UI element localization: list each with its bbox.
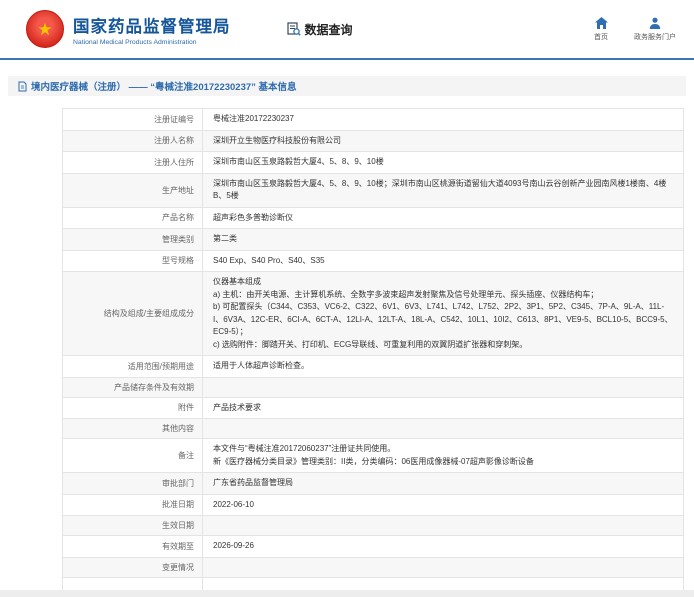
table-row: 注册人住所 深圳市南山区玉泉路毅哲大厦4、5、8、9、10楼 (63, 152, 684, 174)
person-icon (649, 17, 661, 29)
table-row: 审批部门 广东省药品监督管理局 (63, 473, 684, 495)
row-value: 深圳市南山区玉泉路毅哲大厦4、5、8、9、10楼 (203, 152, 684, 174)
data-query-label: 数据查询 (305, 21, 353, 38)
page-title-bar: 境内医疗器械（注册） —— “粤械注准20172230237” 基本信息 (8, 76, 686, 96)
row-value (203, 516, 684, 536)
document-icon (18, 81, 27, 92)
table-row: 变更情况 (63, 557, 684, 577)
data-query-icon (287, 22, 301, 36)
row-value: 2026-09-26 (203, 536, 684, 558)
row-label: 附件 (63, 397, 203, 419)
row-label: 注册证编号 (63, 109, 203, 131)
table-row: 适用范围/预期用途 适用于人体超声诊断检查。 (63, 356, 684, 378)
star-icon: ★ (37, 21, 52, 38)
row-label: 型号规格 (63, 250, 203, 272)
site-header: ★ 国家药品监督管理局 National Medical Products Ad… (0, 0, 694, 58)
table-row: 注册证编号 粤械注准20172230237 (63, 109, 684, 131)
row-value: S40 Exp、S40 Pro、S40、S35 (203, 250, 684, 272)
data-query-nav[interactable]: 数据查询 (287, 21, 353, 38)
national-emblem-logo[interactable]: ★ (26, 10, 64, 48)
table-row: 产品储存条件及有效期 (63, 377, 684, 397)
table-row: 生效日期 (63, 516, 684, 536)
table-row: 有效期至 2026-09-26 (63, 536, 684, 558)
row-label: 注册人名称 (63, 130, 203, 152)
row-label: 产品储存条件及有效期 (63, 377, 203, 397)
row-label: 有效期至 (63, 536, 203, 558)
row-label: 变更情况 (63, 557, 203, 577)
table-row: 批准日期 2022-06-10 (63, 494, 684, 516)
nav-home-label: 首页 (594, 32, 608, 42)
top-nav: 首页 政务服务门户 (594, 17, 676, 42)
row-label: 备注 (63, 439, 203, 473)
row-label: 注册人住所 (63, 152, 203, 174)
registration-info-table-wrap: 注册证编号 粤械注准20172230237 注册人名称 深圳开立生物医疗科技股份… (62, 108, 684, 597)
row-value: 超声彩色多普勒诊断仪 (203, 207, 684, 229)
org-title-block: 国家药品监督管理局 National Medical Products Admi… (73, 13, 231, 46)
page-title: 境内医疗器械（注册） —— “粤械注准20172230237” 基本信息 (31, 79, 297, 93)
home-icon (595, 17, 608, 29)
table-row: 备注 本文件与“粤械注准20172060237”注册证共同使用。 新《医疗器械分… (63, 439, 684, 473)
row-value (203, 419, 684, 439)
nav-portal[interactable]: 政务服务门户 (634, 17, 676, 42)
table-row: 管理类别 第二类 (63, 229, 684, 251)
nav-home[interactable]: 首页 (594, 17, 608, 42)
table-row: 注册人名称 深圳开立生物医疗科技股份有限公司 (63, 130, 684, 152)
org-name-zh: 国家药品监督管理局 (73, 13, 231, 37)
table-row: 结构及组成/主要组成成分 仪器基本组成 a) 主机：由开关电源、主计算机系统、全… (63, 272, 684, 356)
row-label: 其他内容 (63, 419, 203, 439)
row-label: 结构及组成/主要组成成分 (63, 272, 203, 356)
row-value: 2022-06-10 (203, 494, 684, 516)
nav-portal-label: 政务服务门户 (634, 32, 676, 42)
row-value: 第二类 (203, 229, 684, 251)
page-bottom-strip (0, 590, 694, 597)
row-label: 生效日期 (63, 516, 203, 536)
row-value: 产品技术要求 (203, 397, 684, 419)
table-row: 产品名称 超声彩色多普勒诊断仪 (63, 207, 684, 229)
row-value: 广东省药品监督管理局 (203, 473, 684, 495)
row-value (203, 377, 684, 397)
table-row: 型号规格 S40 Exp、S40 Pro、S40、S35 (63, 250, 684, 272)
row-value: 仪器基本组成 a) 主机：由开关电源、主计算机系统、全数字多波束超声发射聚焦及信… (203, 272, 684, 356)
table-row: 其他内容 (63, 419, 684, 439)
row-value: 适用于人体超声诊断检查。 (203, 356, 684, 378)
org-name-en: National Medical Products Administration (73, 39, 231, 46)
row-label: 适用范围/预期用途 (63, 356, 203, 378)
row-value (203, 557, 684, 577)
header-divider (0, 58, 694, 60)
row-label: 产品名称 (63, 207, 203, 229)
row-value: 深圳开立生物医疗科技股份有限公司 (203, 130, 684, 152)
table-row: 附件 产品技术要求 (63, 397, 684, 419)
row-value: 深圳市南山区玉泉路毅哲大厦4、5、8、9、10楼；深圳市南山区桃源街道留仙大道4… (203, 173, 684, 207)
row-label: 管理类别 (63, 229, 203, 251)
row-value: 本文件与“粤械注准20172060237”注册证共同使用。 新《医疗器械分类目录… (203, 439, 684, 473)
row-label: 批准日期 (63, 494, 203, 516)
row-label: 生产地址 (63, 173, 203, 207)
row-label: 审批部门 (63, 473, 203, 495)
table-row: 生产地址 深圳市南山区玉泉路毅哲大厦4、5、8、9、10楼；深圳市南山区桃源街道… (63, 173, 684, 207)
row-value: 粤械注准20172230237 (203, 109, 684, 131)
registration-info-table: 注册证编号 粤械注准20172230237 注册人名称 深圳开立生物医疗科技股份… (62, 108, 684, 597)
